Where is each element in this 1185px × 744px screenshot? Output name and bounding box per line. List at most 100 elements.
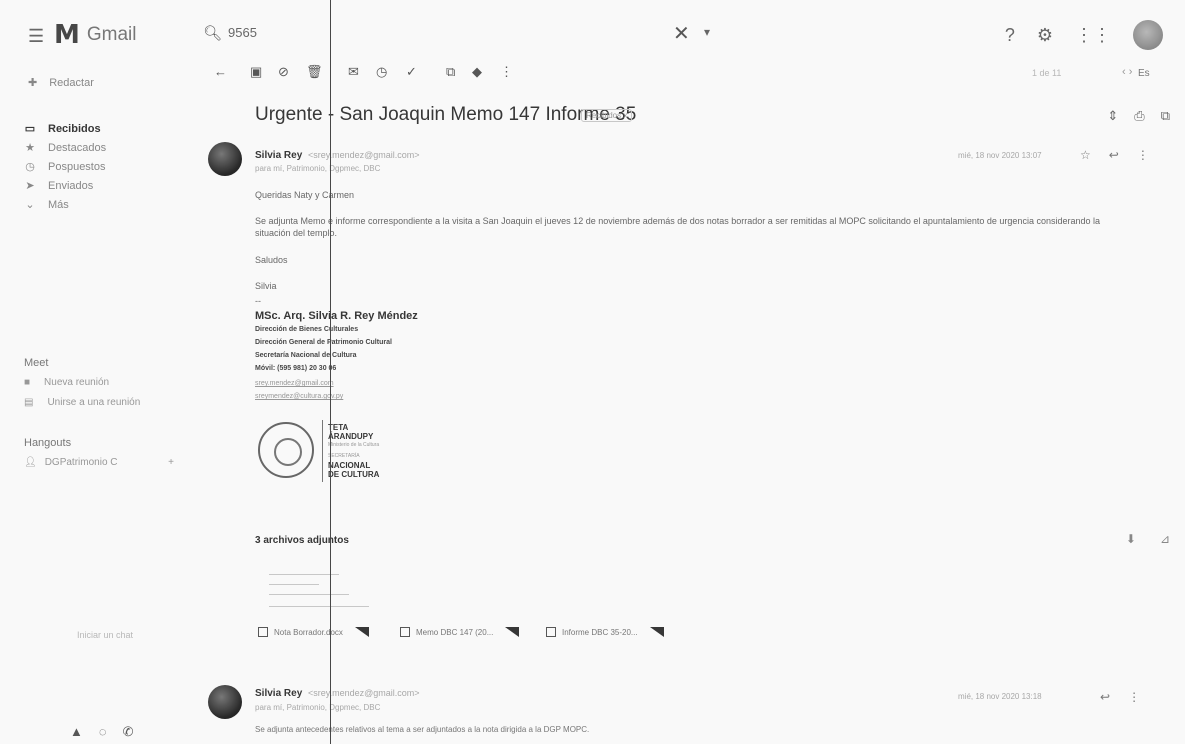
reply-icon[interactable]: ↩ [1109, 148, 1119, 162]
move-to-icon[interactable]: ⧉ [446, 64, 455, 80]
avatar[interactable] [1133, 20, 1163, 50]
sidebar-item-label: Destacados [48, 141, 107, 154]
star-icon: ★ [25, 142, 35, 154]
search-icon[interactable]: 🔍︎ [203, 24, 222, 42]
sidebar-item-enviados[interactable]: ➤ Enviados [24, 176, 174, 195]
start-chat-link[interactable]: Iniciar un chat [30, 629, 180, 641]
join-meeting-item[interactable]: ▤ Unirse a una reunión [24, 397, 140, 408]
message-counter: 1 de 11 [1032, 68, 1062, 78]
add-task-icon[interactable]: ✓ [406, 64, 417, 80]
file-icon [258, 627, 268, 637]
national-seal-icon [258, 422, 314, 478]
report-spam-icon[interactable]: ⊘ [278, 64, 289, 80]
sender-avatar[interactable] [208, 142, 242, 176]
sidebar-item-label: Más [48, 198, 69, 211]
message-toolbar: ← ▣ ⊘ 🗑︎ ✉ ◷ ✓ ⧉ ◆ ⋮ 1 de 11 ‹ › Es [210, 64, 1185, 86]
message-body: Se adjunta antecedentes relativos al tem… [255, 725, 590, 734]
open-new-window-icon[interactable]: ⧉ [1161, 108, 1170, 124]
email-subject: Urgente - San Joaquin Memo 147 Informe 3… [255, 104, 637, 125]
attachments-title: 3 archivos adjuntos [255, 535, 349, 546]
sender-email: <srey.mendez@gmail.com> [308, 688, 420, 698]
more-vert-icon[interactable]: ⋮ [1128, 690, 1140, 704]
file-icon [400, 627, 410, 637]
signature-email-link[interactable]: srey.mendez@gmail.com [255, 380, 334, 387]
menu-icon[interactable]: ☰ [28, 26, 44, 47]
snooze-icon[interactable]: ◷ [376, 64, 387, 80]
add-to-drive-icon[interactable]: ⊿ [1160, 532, 1170, 546]
expand-all-icon[interactable]: ⇕ [1107, 108, 1118, 124]
sidebar: ✚ Redactar ▭ Recibidos ★ Destacados ◷ Po… [0, 64, 200, 744]
scan-line [330, 0, 331, 744]
reply-icon[interactable]: ↩ [1100, 690, 1110, 704]
back-arrow-icon[interactable]: ← [214, 64, 227, 79]
logo-text-bottom: SECRETARÍA NACIONAL DE CULTURA [328, 452, 379, 479]
sender-email: <srey.mendez@gmail.com> [308, 150, 420, 160]
person-icon: 👤︎ [24, 457, 37, 468]
signature-line: Secretaría Nacional de Cultura [255, 352, 357, 359]
attachment-corner-icon [505, 627, 520, 637]
sidebar-item-label: Pospuestos [48, 160, 106, 173]
sender-name[interactable]: Silvia Rey <srey.mendez@gmail.com> [255, 688, 420, 699]
inbox-label-chip[interactable]: Recibidos x [581, 109, 633, 122]
star-icon[interactable]: ☆ [1080, 148, 1091, 162]
search-options-icon[interactable]: ▾ [704, 25, 710, 39]
plus-icon: ✚ [28, 77, 38, 89]
sidebar-item-label: Enviados [48, 179, 94, 192]
print-icon[interactable]: ⎙ [1134, 108, 1144, 124]
more-options-icon[interactable]: ⋮ [500, 64, 513, 80]
message-actions: ↩ ⋮ [1100, 690, 1140, 704]
body-line: situación del templo. [255, 228, 338, 238]
sidebar-item-mas[interactable]: ⌄ Más [24, 195, 174, 214]
sender-avatar[interactable] [208, 685, 242, 719]
apps-icon[interactable]: ⋮⋮ [1075, 25, 1111, 46]
attachment-name: Memo DBC 147 (20... [416, 627, 494, 637]
help-icon[interactable]: ? [1005, 25, 1015, 46]
attachment-corner-icon [649, 627, 664, 637]
meet-item-label: Unirse a una reunión [47, 397, 141, 408]
sender-name[interactable]: Silvia Rey <srey.mendez@gmail.com> [255, 150, 420, 161]
attachment-preview[interactable] [255, 560, 375, 620]
search-input[interactable]: 9565 [228, 25, 257, 40]
input-language[interactable]: Es [1138, 68, 1150, 79]
logo-text-line: ÁRANDUPY [328, 432, 374, 441]
sidebar-item-recibidos[interactable]: ▭ Recibidos [24, 119, 174, 138]
message-date: mié, 18 nov 2020 13:07 [958, 151, 1042, 160]
gear-icon[interactable]: ⚙ [1037, 25, 1053, 46]
sidebar-item-destacados[interactable]: ★ Destacados [24, 138, 174, 157]
delete-icon[interactable]: 🗑︎ [306, 64, 323, 80]
attachment-corner-icon [354, 627, 369, 637]
label-icon[interactable]: ◆ [472, 64, 482, 80]
mark-unread-icon[interactable]: ✉ [348, 64, 359, 80]
compose-button[interactable]: ✚ Redactar [28, 76, 94, 90]
sidebar-item-pospuestos[interactable]: ◷ Pospuestos [24, 157, 174, 176]
pager-arrows[interactable]: ‹ › [1122, 66, 1132, 78]
download-all-icon[interactable]: ⬇ [1126, 532, 1136, 546]
signature-line: Móvil: (595 981) 20 30 06 [255, 365, 337, 372]
hangouts-heading: Hangouts [24, 437, 72, 449]
gmail-m-icon: M [54, 20, 80, 50]
greeting: Queridas Naty y Carmen [255, 190, 355, 200]
recipients[interactable]: para mí, Patrimonio, Dgpmec, DBC [255, 164, 380, 173]
person-icon[interactable]: ▲ [70, 724, 83, 740]
phone-icon[interactable]: ✆ [123, 724, 134, 740]
attachment-chip[interactable]: Nota Borrador.docx [258, 622, 369, 642]
logo-text-line: Ministerio de la Cultura [328, 442, 380, 448]
sender-name-text: Silvia Rey [255, 150, 303, 161]
clear-search-icon[interactable]: ✕ [673, 21, 690, 46]
institution-logo: TETA ÁRANDUPY Ministerio de la Cultura S… [258, 420, 398, 486]
chat-icon[interactable]: ◌ [99, 724, 107, 740]
attachment-chip[interactable]: Memo DBC 147 (20... [400, 622, 520, 642]
gmail-logo[interactable]: M Gmail [54, 20, 137, 50]
recipients[interactable]: para mí, Patrimonio, Dgpmec, DBC [255, 703, 380, 712]
add-chat-icon[interactable]: + [168, 457, 174, 468]
top-bar: ☰ M Gmail 🔍︎ 9565 ✕ ▾ ? ⚙ ⋮⋮ [0, 0, 1185, 64]
clock-icon: ◷ [25, 161, 35, 173]
sender-name-text: Silvia Rey [255, 688, 303, 699]
app-name: Gmail [86, 24, 137, 45]
new-meeting-item[interactable]: ■ Nueva reunión [24, 377, 109, 388]
more-vert-icon[interactable]: ⋮ [1137, 148, 1149, 162]
attachment-chip[interactable]: Informe DBC 35-20... [546, 622, 664, 642]
hangouts-user[interactable]: 👤︎ DGPatrimonio C + [24, 457, 174, 468]
attachment-actions: ⬇ ⊿ [1126, 532, 1170, 546]
archive-icon[interactable]: ▣ [250, 64, 262, 80]
